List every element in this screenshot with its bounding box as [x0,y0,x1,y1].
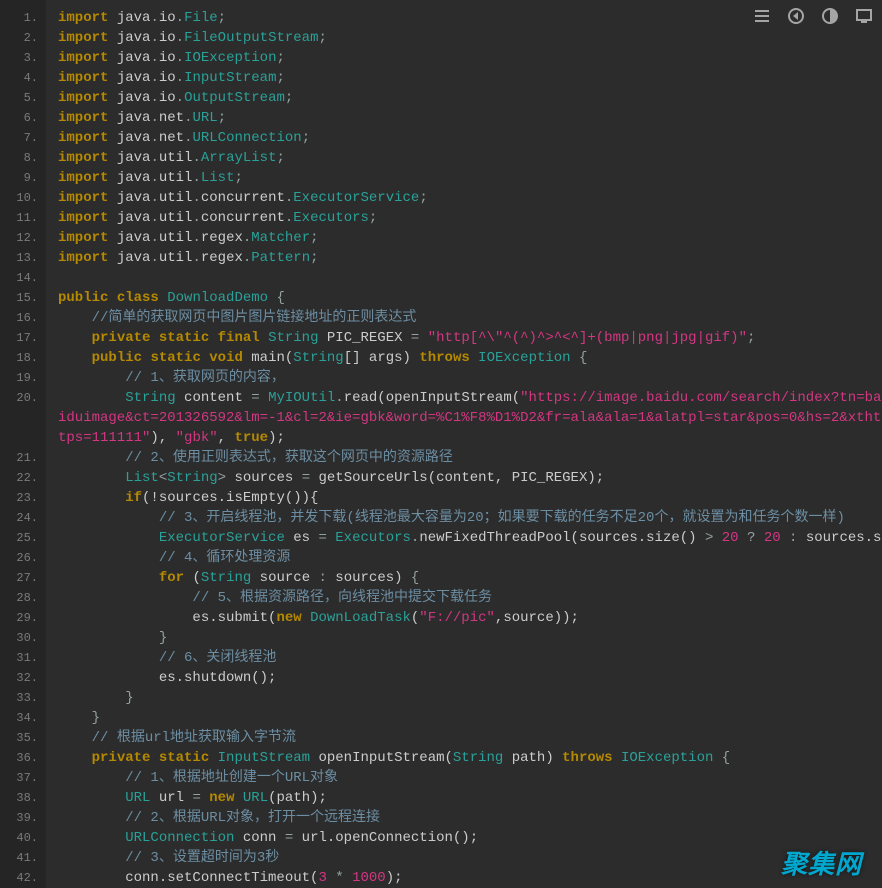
line-number: 39. [0,808,46,828]
code-line: // 根据url地址获取输入字节流 [58,728,882,748]
line-number: 35. [0,728,46,748]
line-number: 2. [0,28,46,48]
line-number: 29. [0,608,46,628]
line-number: 24. [0,508,46,528]
line-number: 30. [0,628,46,648]
line-number: 17. [0,328,46,348]
line-number: 32. [0,668,46,688]
line-number: 18. [0,348,46,368]
code-line: import java.net.URL; [58,108,882,128]
line-number-gutter: 1.2.3.4.5.6.7.8.9.10.11.12.13.14.15.16.1… [0,0,46,888]
code-line: import java.util.List; [58,168,882,188]
code-line: // 5、根据资源路径，向线程池中提交下载任务 [58,588,882,608]
code-line: public class DownloadDemo { [58,288,882,308]
code-line: import java.io.IOException; [58,48,882,68]
code-line: for (String source : sources) { [58,568,882,588]
code-line: es.shutdown(); [58,668,882,688]
code-line: } [58,628,882,648]
line-number: 15. [0,288,46,308]
line-number: 10. [0,188,46,208]
code-line: // 6、关闭线程池 [58,648,882,668]
line-number: 14. [0,268,46,288]
line-number: 25. [0,528,46,548]
code-line: if(!sources.isEmpty()){ [58,488,882,508]
line-number: 26. [0,548,46,568]
code-line: // 3、设置超时间为3秒 [58,848,882,868]
line-number: 20. [0,388,46,408]
code-line: import java.util.regex.Pattern; [58,248,882,268]
line-number: 21. [0,448,46,468]
code-line: import java.io.FileOutputStream; [58,28,882,48]
line-number: 27. [0,568,46,588]
code-line: private static final String PIC_REGEX = … [58,328,882,348]
code-line: import java.util.ArrayList; [58,148,882,168]
code-line: String content = MyIOUtil.read(openInput… [58,388,882,448]
line-number: 36. [0,748,46,768]
list-icon[interactable] [754,8,770,24]
code-line: } [58,708,882,728]
line-number: 41. [0,848,46,868]
code-line: import java.util.concurrent.Executors; [58,208,882,228]
code-line [58,268,882,288]
code-content: import java.io.File;import java.io.FileO… [46,0,882,888]
code-line: import java.net.URLConnection; [58,128,882,148]
line-number: 34. [0,708,46,728]
line-number: 3. [0,48,46,68]
code-line: es.submit(new DownLoadTask("F://pic",sou… [58,608,882,628]
code-line: import java.io.InputStream; [58,68,882,88]
code-line: List<String> sources = getSourceUrls(con… [58,468,882,488]
watermark-text: 聚集网 [781,854,862,874]
code-line: // 2、使用正则表达式，获取这个网页中的资源路径 [58,448,882,468]
circle-left-icon[interactable] [788,8,804,24]
line-number: 5. [0,88,46,108]
code-line: import java.io.OutputStream; [58,88,882,108]
line-number: 4. [0,68,46,88]
line-number: 11. [0,208,46,228]
line-number: 19. [0,368,46,388]
line-number: 42. [0,868,46,888]
line-number: 23. [0,488,46,508]
code-line: // 4、循环处理资源 [58,548,882,568]
line-number: 33. [0,688,46,708]
code-line: import java.util.regex.Matcher; [58,228,882,248]
line-number: 16. [0,308,46,328]
line-number: 37. [0,768,46,788]
line-number: 7. [0,128,46,148]
code-line: // 3、开启线程池，并发下载(线程池最大容量为20；如果要下载的任务不足20个… [58,508,882,528]
contrast-icon[interactable] [822,8,838,24]
code-line: URLConnection conn = url.openConnection(… [58,828,882,848]
line-number: 8. [0,148,46,168]
line-number: 9. [0,168,46,188]
line-number: 38. [0,788,46,808]
code-line: URL url = new URL(path); [58,788,882,808]
code-line: public static void main(String[] args) t… [58,348,882,368]
monitor-icon[interactable] [856,8,872,24]
code-line: ExecutorService es = Executors.newFixedT… [58,528,882,548]
line-number: 28. [0,588,46,608]
code-line: } [58,688,882,708]
line-number: 1. [0,8,46,28]
line-number: 31. [0,648,46,668]
code-line: // 2、根据URL对象，打开一个远程连接 [58,808,882,828]
code-line: import java.util.concurrent.ExecutorServ… [58,188,882,208]
line-number: 13. [0,248,46,268]
line-number: 6. [0,108,46,128]
code-line: conn.setConnectTimeout(3 * 1000); [58,868,882,888]
code-line: // 1、获取网页的内容， [58,368,882,388]
code-line: private static InputStream openInputStre… [58,748,882,768]
code-line: //简单的获取网页中图片图片链接地址的正则表达式 [58,308,882,328]
line-number: 40. [0,828,46,848]
code-line: // 1、根据地址创建一个URL对象 [58,768,882,788]
line-number: 22. [0,468,46,488]
code-toolbar [754,8,872,24]
line-number: 12. [0,228,46,248]
